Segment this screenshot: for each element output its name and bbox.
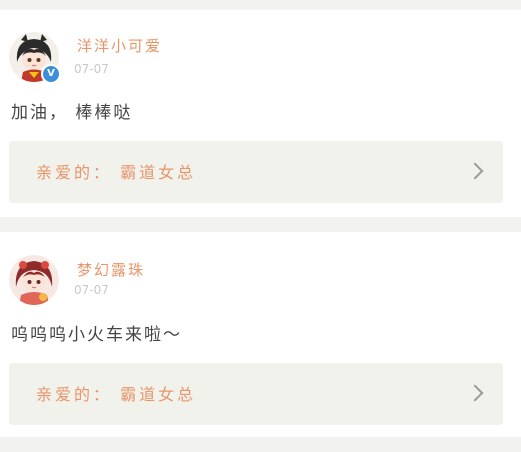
verified-badge-icon: V xyxy=(41,64,61,84)
chevron-right-icon xyxy=(466,384,484,402)
reply-link[interactable]: 亲爱的： 霸道女总 xyxy=(9,141,503,203)
comment-date: 07-07 xyxy=(74,62,109,76)
avatar[interactable]: V xyxy=(9,32,61,84)
reply-link[interactable]: 亲爱的： 霸道女总 xyxy=(9,363,503,425)
comment-card: V 洋洋小可爱 07-07 加油， 棒棒哒 亲爱的： 霸道女总 xyxy=(0,10,521,217)
reply-text: 亲爱的： 霸道女总 xyxy=(36,385,197,404)
username[interactable]: 洋洋小可爱 xyxy=(77,35,162,56)
comment-text: 加油， 棒棒哒 xyxy=(11,103,133,123)
reply-text: 亲爱的： 霸道女总 xyxy=(36,163,197,182)
comment-text: 呜呜呜小火车来啦～ xyxy=(11,325,182,345)
anime-girl-red-avatar-icon xyxy=(9,255,59,305)
comment-card: 梦幻露珠 07-07 呜呜呜小火车来啦～ 亲爱的： 霸道女总 xyxy=(0,232,521,437)
avatar[interactable] xyxy=(9,255,59,305)
comment-feed: V 洋洋小可爱 07-07 加油， 棒棒哒 亲爱的： 霸道女总 梦幻露珠 07-… xyxy=(0,0,521,452)
chevron-right-icon xyxy=(466,162,484,180)
comment-date: 07-07 xyxy=(74,283,109,297)
username[interactable]: 梦幻露珠 xyxy=(77,259,145,280)
